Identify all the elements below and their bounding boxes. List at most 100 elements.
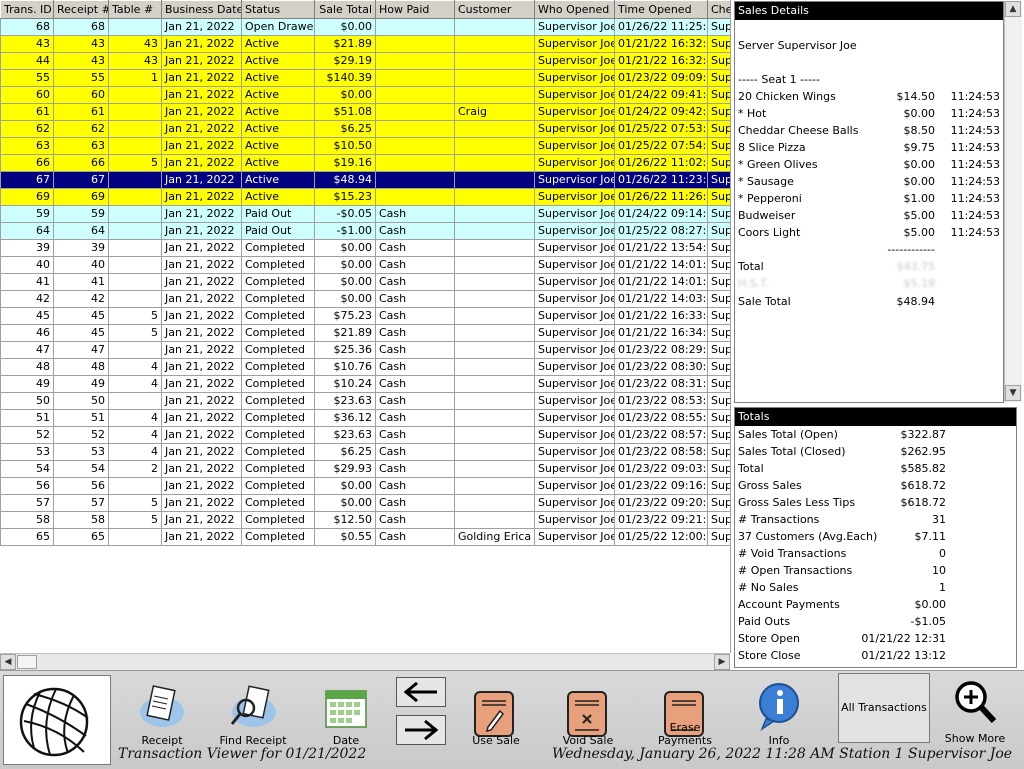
cell-customer	[454, 256, 535, 274]
cell-status: Paid Out	[241, 205, 315, 223]
table-row-selected[interactable]: 67 67 Jan 21, 2022 Active $48.94 Supervisor J…	[0, 171, 730, 189]
table-row[interactable]: 49 49 4 Jan 21, 2022 Completed $10.24 Cash Supe…	[0, 375, 730, 393]
cell-checked: Sup	[707, 86, 730, 104]
col-header-customer[interactable]: Customer	[454, 0, 535, 19]
use-sale-button[interactable]: Use Sale	[468, 679, 524, 747]
cell-how-paid	[375, 171, 455, 189]
void-sale-button[interactable]: Void Sale	[560, 679, 616, 747]
table-row[interactable]: 57 57 5 Jan 21, 2022 Completed $0.00 Cash Super…	[0, 494, 730, 512]
info-button[interactable]: Info	[754, 679, 804, 747]
cell-receipt: 55	[53, 69, 109, 87]
cell-who-opened: Supervisor Joe	[534, 494, 615, 512]
cell-how-paid: Cash	[375, 460, 455, 478]
table-row[interactable]: 46 45 5 Jan 21, 2022 Completed $21.89 Cash Supe…	[0, 324, 730, 342]
table-row[interactable]: 61 61 Jan 21, 2022 Active $51.08 Craig Supervi…	[0, 103, 730, 121]
horizontal-scrollbar[interactable]: ◀ ▶	[0, 653, 730, 670]
col-header-status[interactable]: Status	[241, 0, 315, 19]
table-row[interactable]: 50 50 Jan 21, 2022 Completed $23.63 Cash Super…	[0, 392, 730, 410]
col-header-time-opened[interactable]: Time Opened	[614, 0, 708, 19]
scroll-right-icon[interactable]: ▶	[714, 654, 730, 670]
table-row[interactable]: 56 56 Jan 21, 2022 Completed $0.00 Cash Superv…	[0, 477, 730, 495]
cell-checked: Sup	[707, 154, 730, 172]
table-row[interactable]: 55 55 1 Jan 21, 2022 Active $140.39 Supervisor…	[0, 69, 730, 87]
cell-who-opened: Supervisor Joe	[534, 256, 615, 274]
cell-trans-id: 49	[0, 375, 54, 393]
table-row[interactable]: 39 39 Jan 21, 2022 Completed $0.00 Cash Superv…	[0, 239, 730, 257]
table-row[interactable]: 43 43 43 Jan 21, 2022 Active $21.89 Supervisor…	[0, 35, 730, 53]
table-row[interactable]: 54 54 2 Jan 21, 2022 Completed $29.93 Cash Supe…	[0, 460, 730, 478]
table-row[interactable]: 64 64 Jan 21, 2022 Paid Out -$1.00 Cash Superv…	[0, 222, 730, 240]
cell-checked: Sup	[707, 409, 730, 427]
sales-details-scrollbar[interactable]: ▲ ▼	[1004, 1, 1022, 402]
cell-checked: Sup	[707, 460, 730, 478]
previous-button[interactable]	[396, 677, 446, 707]
pencil-icon	[474, 691, 514, 737]
show-more-button[interactable]: Show More	[944, 677, 1006, 745]
table-row[interactable]: 47 47 Jan 21, 2022 Completed $25.36 Cash Super…	[0, 341, 730, 359]
date-button[interactable]: Date	[320, 679, 372, 747]
col-header-receipt[interactable]: Receipt #	[53, 0, 109, 19]
receipt-button[interactable]: Receipt	[134, 679, 190, 747]
cell-how-paid: Cash	[375, 392, 455, 410]
erase-payments-button[interactable]: Erase Payments	[644, 679, 726, 747]
cell-customer	[454, 86, 535, 104]
table-row[interactable]: 51 51 4 Jan 21, 2022 Completed $36.12 Cash Supe…	[0, 409, 730, 427]
transactions-grid[interactable]: Trans. ID Receipt # Table # Business Dat…	[0, 0, 731, 653]
cell-customer	[454, 460, 535, 478]
cell-receipt: 56	[53, 477, 109, 495]
totals-value: $7.11	[914, 530, 947, 543]
totals-value: $618.72	[900, 479, 947, 492]
col-header-table[interactable]: Table #	[108, 0, 162, 19]
col-header-checked[interactable]: Che	[707, 0, 730, 19]
find-receipt-button[interactable]: Find Receipt	[218, 679, 288, 747]
seat-line: ----- Seat 1 -----	[738, 71, 1002, 88]
table-row[interactable]: 60 60 Jan 21, 2022 Active $0.00 Supervisor Jo…	[0, 86, 730, 104]
table-row[interactable]: 53 53 4 Jan 21, 2022 Completed $6.25 Cash Super…	[0, 443, 730, 461]
table-row[interactable]: 66 66 5 Jan 21, 2022 Active $19.16 Supervisor …	[0, 154, 730, 172]
cell-how-paid	[375, 35, 455, 53]
cell-checked: Sup	[707, 239, 730, 257]
cell-checked: Sup	[707, 256, 730, 274]
next-button[interactable]	[396, 715, 446, 745]
cell-table	[108, 222, 162, 240]
table-row[interactable]: 52 52 4 Jan 21, 2022 Completed $23.63 Cash Supe…	[0, 426, 730, 444]
col-header-trans-id[interactable]: Trans. ID	[0, 0, 54, 19]
sales-details-title: Sales Details	[735, 2, 1003, 20]
cell-checked: Sup	[707, 52, 730, 70]
table-row[interactable]: 45 45 5 Jan 21, 2022 Completed $75.23 Cash Supe…	[0, 307, 730, 325]
table-row[interactable]: 58 58 5 Jan 21, 2022 Completed $12.50 Cash Supe…	[0, 511, 730, 529]
table-row[interactable]: 63 63 Jan 21, 2022 Active $10.50 Supervisor J…	[0, 137, 730, 155]
table-row[interactable]: 59 59 Jan 21, 2022 Paid Out -$0.05 Cash Superv…	[0, 205, 730, 223]
scroll-up-icon[interactable]: ▲	[1005, 1, 1021, 17]
table-row[interactable]: 48 48 4 Jan 21, 2022 Completed $10.76 Cash Supe…	[0, 358, 730, 376]
all-transactions-button[interactable]: All Transactions	[838, 673, 930, 743]
table-row[interactable]: 69 69 Jan 21, 2022 Active $15.23 Supervisor J…	[0, 188, 730, 206]
col-header-who-opened[interactable]: Who Opened	[534, 0, 615, 19]
scroll-down-icon[interactable]: ▼	[1005, 385, 1021, 401]
sale-item: Cheddar Cheese Balls $8.50 11:24:53	[738, 122, 1002, 139]
cell-business-date: Jan 21, 2022	[161, 375, 242, 393]
table-row[interactable]: 41 41 Jan 21, 2022 Completed $0.00 Cash Superv…	[0, 273, 730, 291]
cell-business-date: Jan 21, 2022	[161, 86, 242, 104]
cell-how-paid: Cash	[375, 341, 455, 359]
scroll-left-icon[interactable]: ◀	[0, 654, 16, 670]
col-header-how-paid[interactable]: How Paid	[375, 0, 455, 19]
table-row[interactable]: 65 65 Jan 21, 2022 Completed $0.55 Cash Goldin…	[0, 528, 730, 546]
cell-customer	[454, 239, 535, 257]
cell-trans-id: 43	[0, 35, 54, 53]
table-row[interactable]: 42 42 Jan 21, 2022 Completed $0.00 Cash Superv…	[0, 290, 730, 308]
table-row[interactable]: 44 43 43 Jan 21, 2022 Active $29.19 Supervisor…	[0, 52, 730, 70]
table-row[interactable]: 40 40 Jan 21, 2022 Completed $0.00 Cash Superv…	[0, 256, 730, 274]
cell-trans-id: 61	[0, 103, 54, 121]
col-header-sale-total[interactable]: Sale Total	[314, 0, 376, 19]
col-header-business-date[interactable]: Business Date	[161, 0, 242, 19]
cell-time-opened: 01/23/22 08:57:32	[614, 426, 708, 444]
table-row[interactable]: 68 68 Jan 21, 2022 Open Drawer $0.00 Supervis…	[0, 18, 730, 36]
cell-sale-total: $12.50	[314, 511, 376, 529]
cell-business-date: Jan 21, 2022	[161, 392, 242, 410]
scroll-thumb[interactable]	[17, 655, 37, 669]
cell-how-paid	[375, 69, 455, 87]
cell-table	[108, 392, 162, 410]
table-row[interactable]: 62 62 Jan 21, 2022 Active $6.25 Supervisor Jo…	[0, 120, 730, 138]
cell-time-opened: 01/26/22 11:25:53	[614, 18, 708, 36]
